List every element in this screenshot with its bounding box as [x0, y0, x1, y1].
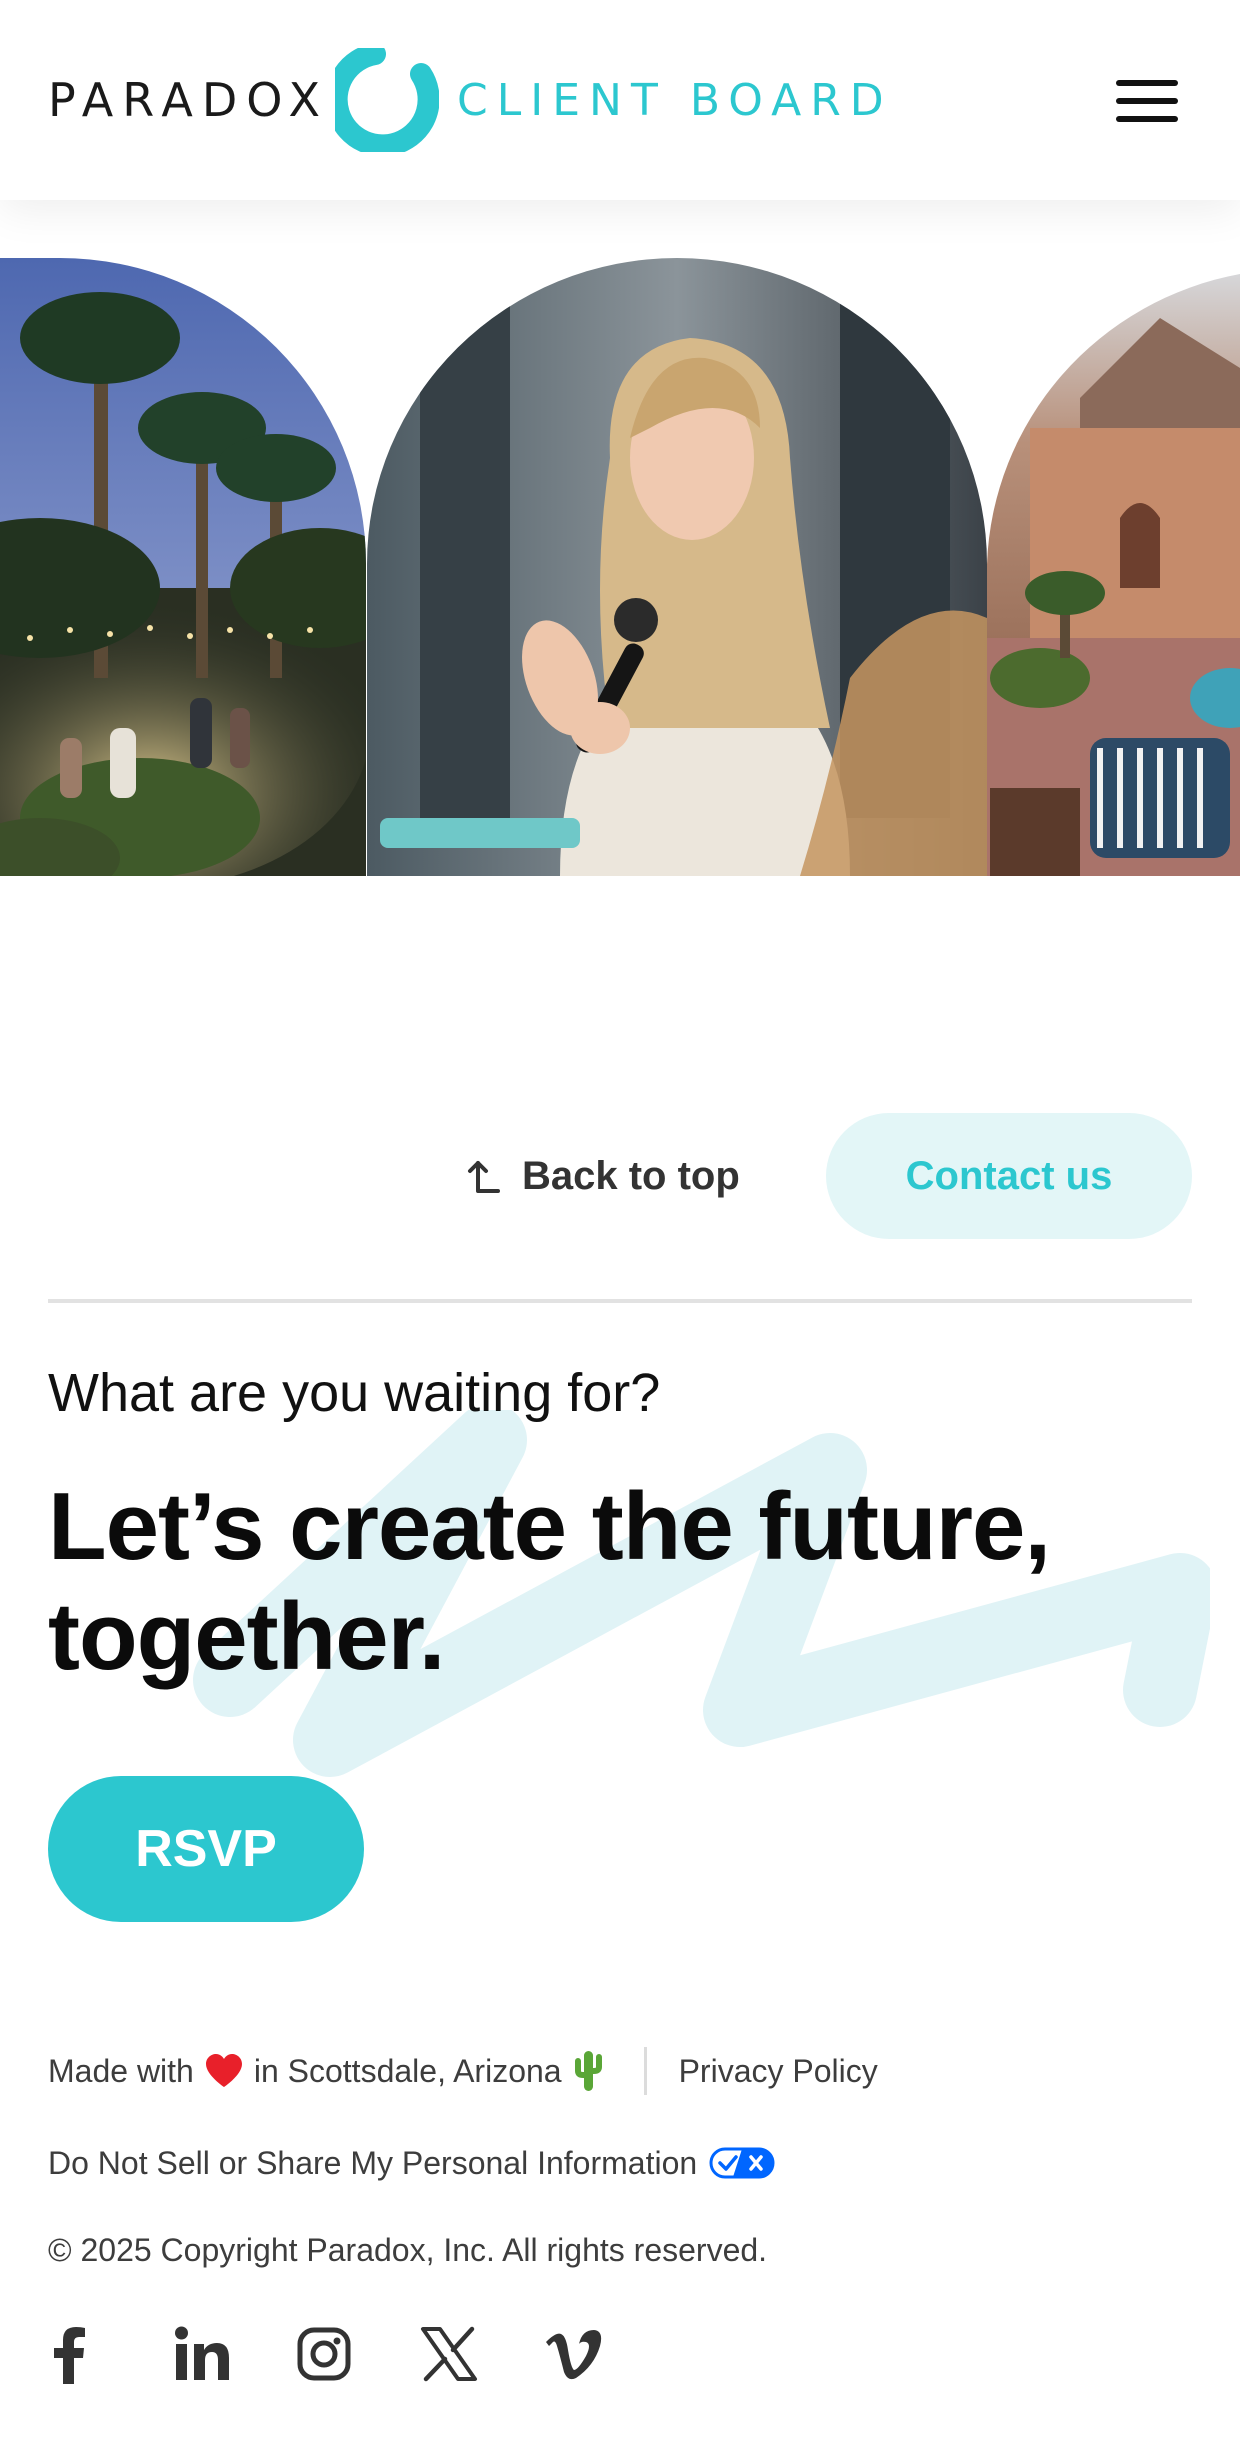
- rsvp-button[interactable]: RSVP: [48, 1776, 364, 1922]
- social-links: [48, 2318, 668, 2390]
- cta-eyebrow: What are you waiting for?: [48, 1363, 661, 1423]
- x-twitter-icon[interactable]: [420, 2318, 544, 2390]
- made-with-line: Made with in Scottsdale, Arizona Privacy…: [48, 2045, 878, 2097]
- vimeo-icon[interactable]: [544, 2318, 668, 2390]
- instagram-icon[interactable]: [296, 2318, 420, 2390]
- arrow-up-icon: [468, 1161, 500, 1193]
- made-with-suffix: in Scottsdale, Arizona: [253, 2052, 562, 2089]
- heart-icon: [204, 2053, 244, 2089]
- copyright-text: © 2025 Copyright Paradox, Inc. All right…: [48, 2231, 768, 2268]
- contact-us-button[interactable]: Contact us: [826, 1113, 1192, 1239]
- linkedin-icon[interactable]: [172, 2318, 296, 2390]
- made-with-prefix: Made with: [48, 2052, 194, 2089]
- photo-gallery-graphics: [0, 258, 1240, 876]
- cta-headline: Let’s create the future, together.: [48, 1473, 1051, 1690]
- resort-courtyard-pool-photo: [987, 274, 1240, 876]
- palm-garden-evening-event-photo: [0, 258, 366, 876]
- cactus-icon: [572, 2049, 604, 2093]
- privacy-policy-link[interactable]: Privacy Policy: [679, 2053, 878, 2090]
- do-not-sell-label: Do Not Sell or Share My Personal Informa…: [48, 2144, 698, 2181]
- hamburger-menu-icon[interactable]: [1116, 80, 1178, 122]
- back-to-top-label: Back to top: [522, 1153, 740, 1198]
- privacy-choices-toggle-icon: [709, 2147, 775, 2179]
- paradox-client-board-logo[interactable]: PARADOX CLIENT BOARD: [48, 48, 893, 152]
- back-to-top-link[interactable]: Back to top: [462, 1128, 740, 1224]
- brand-subtitle: CLIENT BOARD: [457, 74, 893, 126]
- photo-gallery-strip: [0, 258, 1240, 876]
- do-not-sell-link[interactable]: Do Not Sell or Share My Personal Informa…: [48, 2137, 775, 2189]
- site-header: PARADOX CLIENT BOARD: [0, 0, 1240, 200]
- brand-name: PARADOX: [48, 73, 330, 127]
- facebook-icon[interactable]: [48, 2318, 172, 2390]
- section-divider: [48, 1299, 1192, 1303]
- paradox-ring-logo-icon: [335, 48, 440, 152]
- speaker-with-microphone-photo: [367, 258, 987, 876]
- footer-separator: [643, 2047, 647, 2095]
